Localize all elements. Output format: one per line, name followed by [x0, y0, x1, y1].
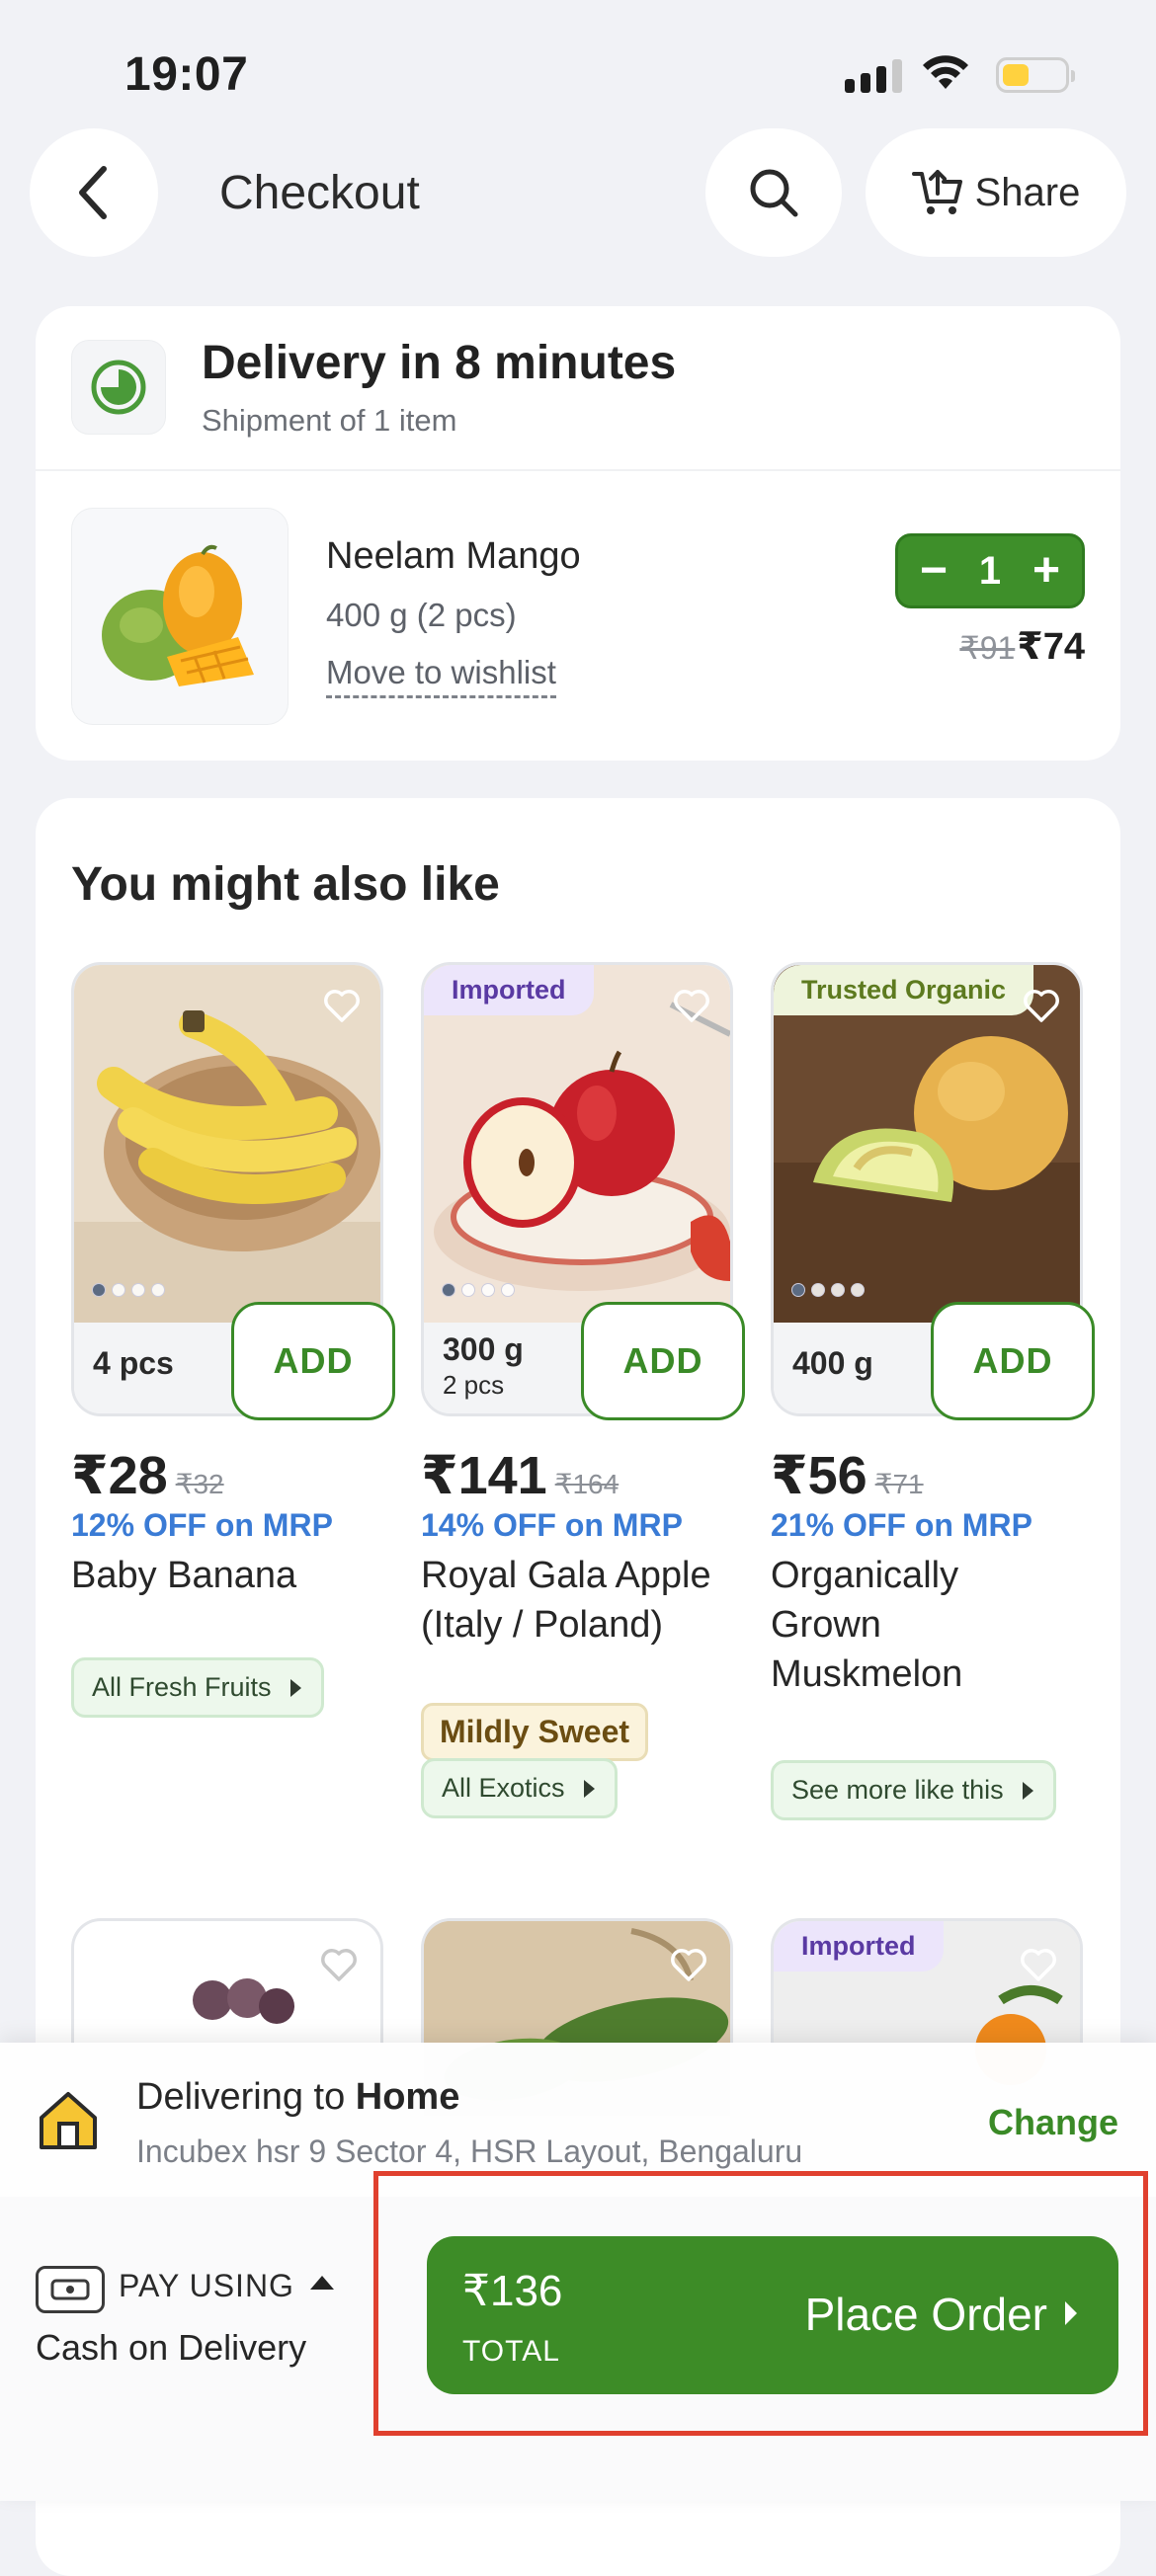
mrp-price: ₹32	[175, 1469, 224, 1499]
add-button[interactable]: ADD	[931, 1302, 1095, 1420]
decrease-quantity-button[interactable]: −	[920, 547, 948, 595]
delivery-title: Delivery in 8 minutes	[202, 337, 677, 389]
discount-text: 12% OFF on MRP	[71, 1507, 333, 1543]
checkout-bottom-sheet: Delivering to Home Incubex hsr 9 Sector …	[0, 2043, 1156, 2501]
wishlist-heart-icon[interactable]	[1022, 986, 1061, 1025]
share-label: Share	[974, 170, 1081, 214]
mrp-price: ₹164	[554, 1469, 619, 1499]
delivery-address-title: Delivering to Home	[136, 2076, 460, 2118]
quantity-stepper: − 1 +	[895, 533, 1085, 608]
pay-using-label: PAY USING	[119, 2268, 294, 2303]
delivery-address-line: Incubex hsr 9 Sector 4, HSR Layout, Beng…	[136, 2133, 803, 2169]
increase-quantity-button[interactable]: +	[1032, 547, 1060, 595]
add-button[interactable]: ADD	[581, 1302, 745, 1420]
chevron-left-icon	[79, 166, 107, 219]
cart-share-icon	[911, 170, 962, 214]
product-quantity: 400 g	[792, 1345, 873, 1381]
mrp-price: ₹71	[874, 1469, 924, 1499]
order-total: ₹136	[462, 2267, 563, 2315]
image-carousel-dots	[442, 1283, 515, 1297]
search-icon	[750, 169, 798, 217]
search-button[interactable]	[705, 128, 842, 257]
product-badge: Trusted Organic	[774, 965, 1034, 1015]
image-carousel-dots	[791, 1283, 865, 1297]
move-to-wishlist-link[interactable]: Move to wishlist	[326, 654, 556, 698]
mango-image[interactable]	[71, 508, 289, 725]
mrp-price: ₹91	[959, 630, 1016, 666]
place-order-label: Place Order	[804, 2289, 1047, 2340]
price-row: ₹28 ₹32	[71, 1444, 224, 1506]
image-carousel-dots	[92, 1283, 165, 1297]
change-address-link[interactable]: Change	[988, 2102, 1118, 2143]
discount-text: 21% OFF on MRP	[771, 1507, 1032, 1543]
timer-icon	[91, 360, 146, 415]
delivery-address-row: Delivering to Home Incubex hsr 9 Sector …	[0, 2043, 1156, 2197]
total-label: TOTAL	[462, 2335, 560, 2368]
product-quantity: 4 pcs	[93, 1345, 174, 1381]
category-chip[interactable]: See more like this	[771, 1760, 1056, 1820]
product-name: Baby Banana	[71, 1555, 297, 1596]
place-order-button[interactable]: ₹136 TOTAL Place Order	[427, 2236, 1118, 2394]
selling-price: ₹56	[771, 1446, 867, 1505]
payment-method: Cash on Delivery	[36, 2327, 307, 2368]
product-pieces: 2 pcs	[443, 1370, 505, 1400]
caret-up-icon	[310, 2276, 334, 2290]
share-button[interactable]: Share	[866, 128, 1126, 257]
discount-text: 14% OFF on MRP	[421, 1507, 683, 1543]
add-button[interactable]: ADD	[231, 1302, 395, 1420]
wishlist-heart-icon[interactable]	[669, 1945, 708, 1984]
selling-price: ₹28	[71, 1446, 168, 1505]
product-badge: Imported	[424, 965, 594, 1015]
category-chip[interactable]: All Exotics	[421, 1758, 618, 1818]
cellular-signal-icon	[845, 57, 904, 93]
product-name: Royal Gala Apple (Italy / Poland)	[421, 1555, 711, 1646]
home-icon	[40, 2092, 97, 2149]
battery-icon	[996, 57, 1075, 93]
selling-price: ₹141	[421, 1446, 547, 1505]
product-name: Organically Grown Muskmelon	[771, 1555, 963, 1695]
category-chip[interactable]: All Fresh Fruits	[71, 1657, 324, 1718]
price-row: ₹91 ₹74	[959, 624, 1085, 669]
timer-icon-box	[71, 340, 166, 435]
price-row: ₹56 ₹71	[771, 1444, 924, 1506]
wishlist-heart-icon[interactable]	[322, 986, 362, 1025]
delivery-card: Delivery in 8 minutes Shipment of 1 item…	[36, 306, 1120, 761]
status-time: 19:07	[124, 48, 249, 101]
product-weight: 400 g (2 pcs)	[326, 597, 517, 633]
wifi-icon	[923, 55, 968, 89]
wishlist-heart-icon[interactable]	[672, 986, 711, 1025]
price-row: ₹141 ₹164	[421, 1444, 619, 1506]
caret-right-icon	[1065, 2301, 1077, 2325]
product-quantity: 300 g 2 pcs	[443, 1331, 524, 1403]
back-button[interactable]	[30, 128, 158, 257]
wishlist-heart-icon[interactable]	[1019, 1945, 1058, 1984]
quantity-value: 1	[978, 548, 1002, 593]
cash-icon	[36, 2266, 105, 2313]
shipment-count: Shipment of 1 item	[202, 403, 457, 438]
section-title: You might also like	[71, 858, 500, 911]
selling-price: ₹74	[1017, 626, 1085, 668]
wishlist-heart-icon[interactable]	[319, 1945, 359, 1984]
divider	[36, 469, 1120, 471]
taste-tag: Mildly Sweet	[421, 1703, 649, 1761]
product-badge: Imported	[774, 1921, 944, 1972]
product-name: Neelam Mango	[326, 535, 581, 577]
page-title: Checkout	[219, 167, 420, 219]
